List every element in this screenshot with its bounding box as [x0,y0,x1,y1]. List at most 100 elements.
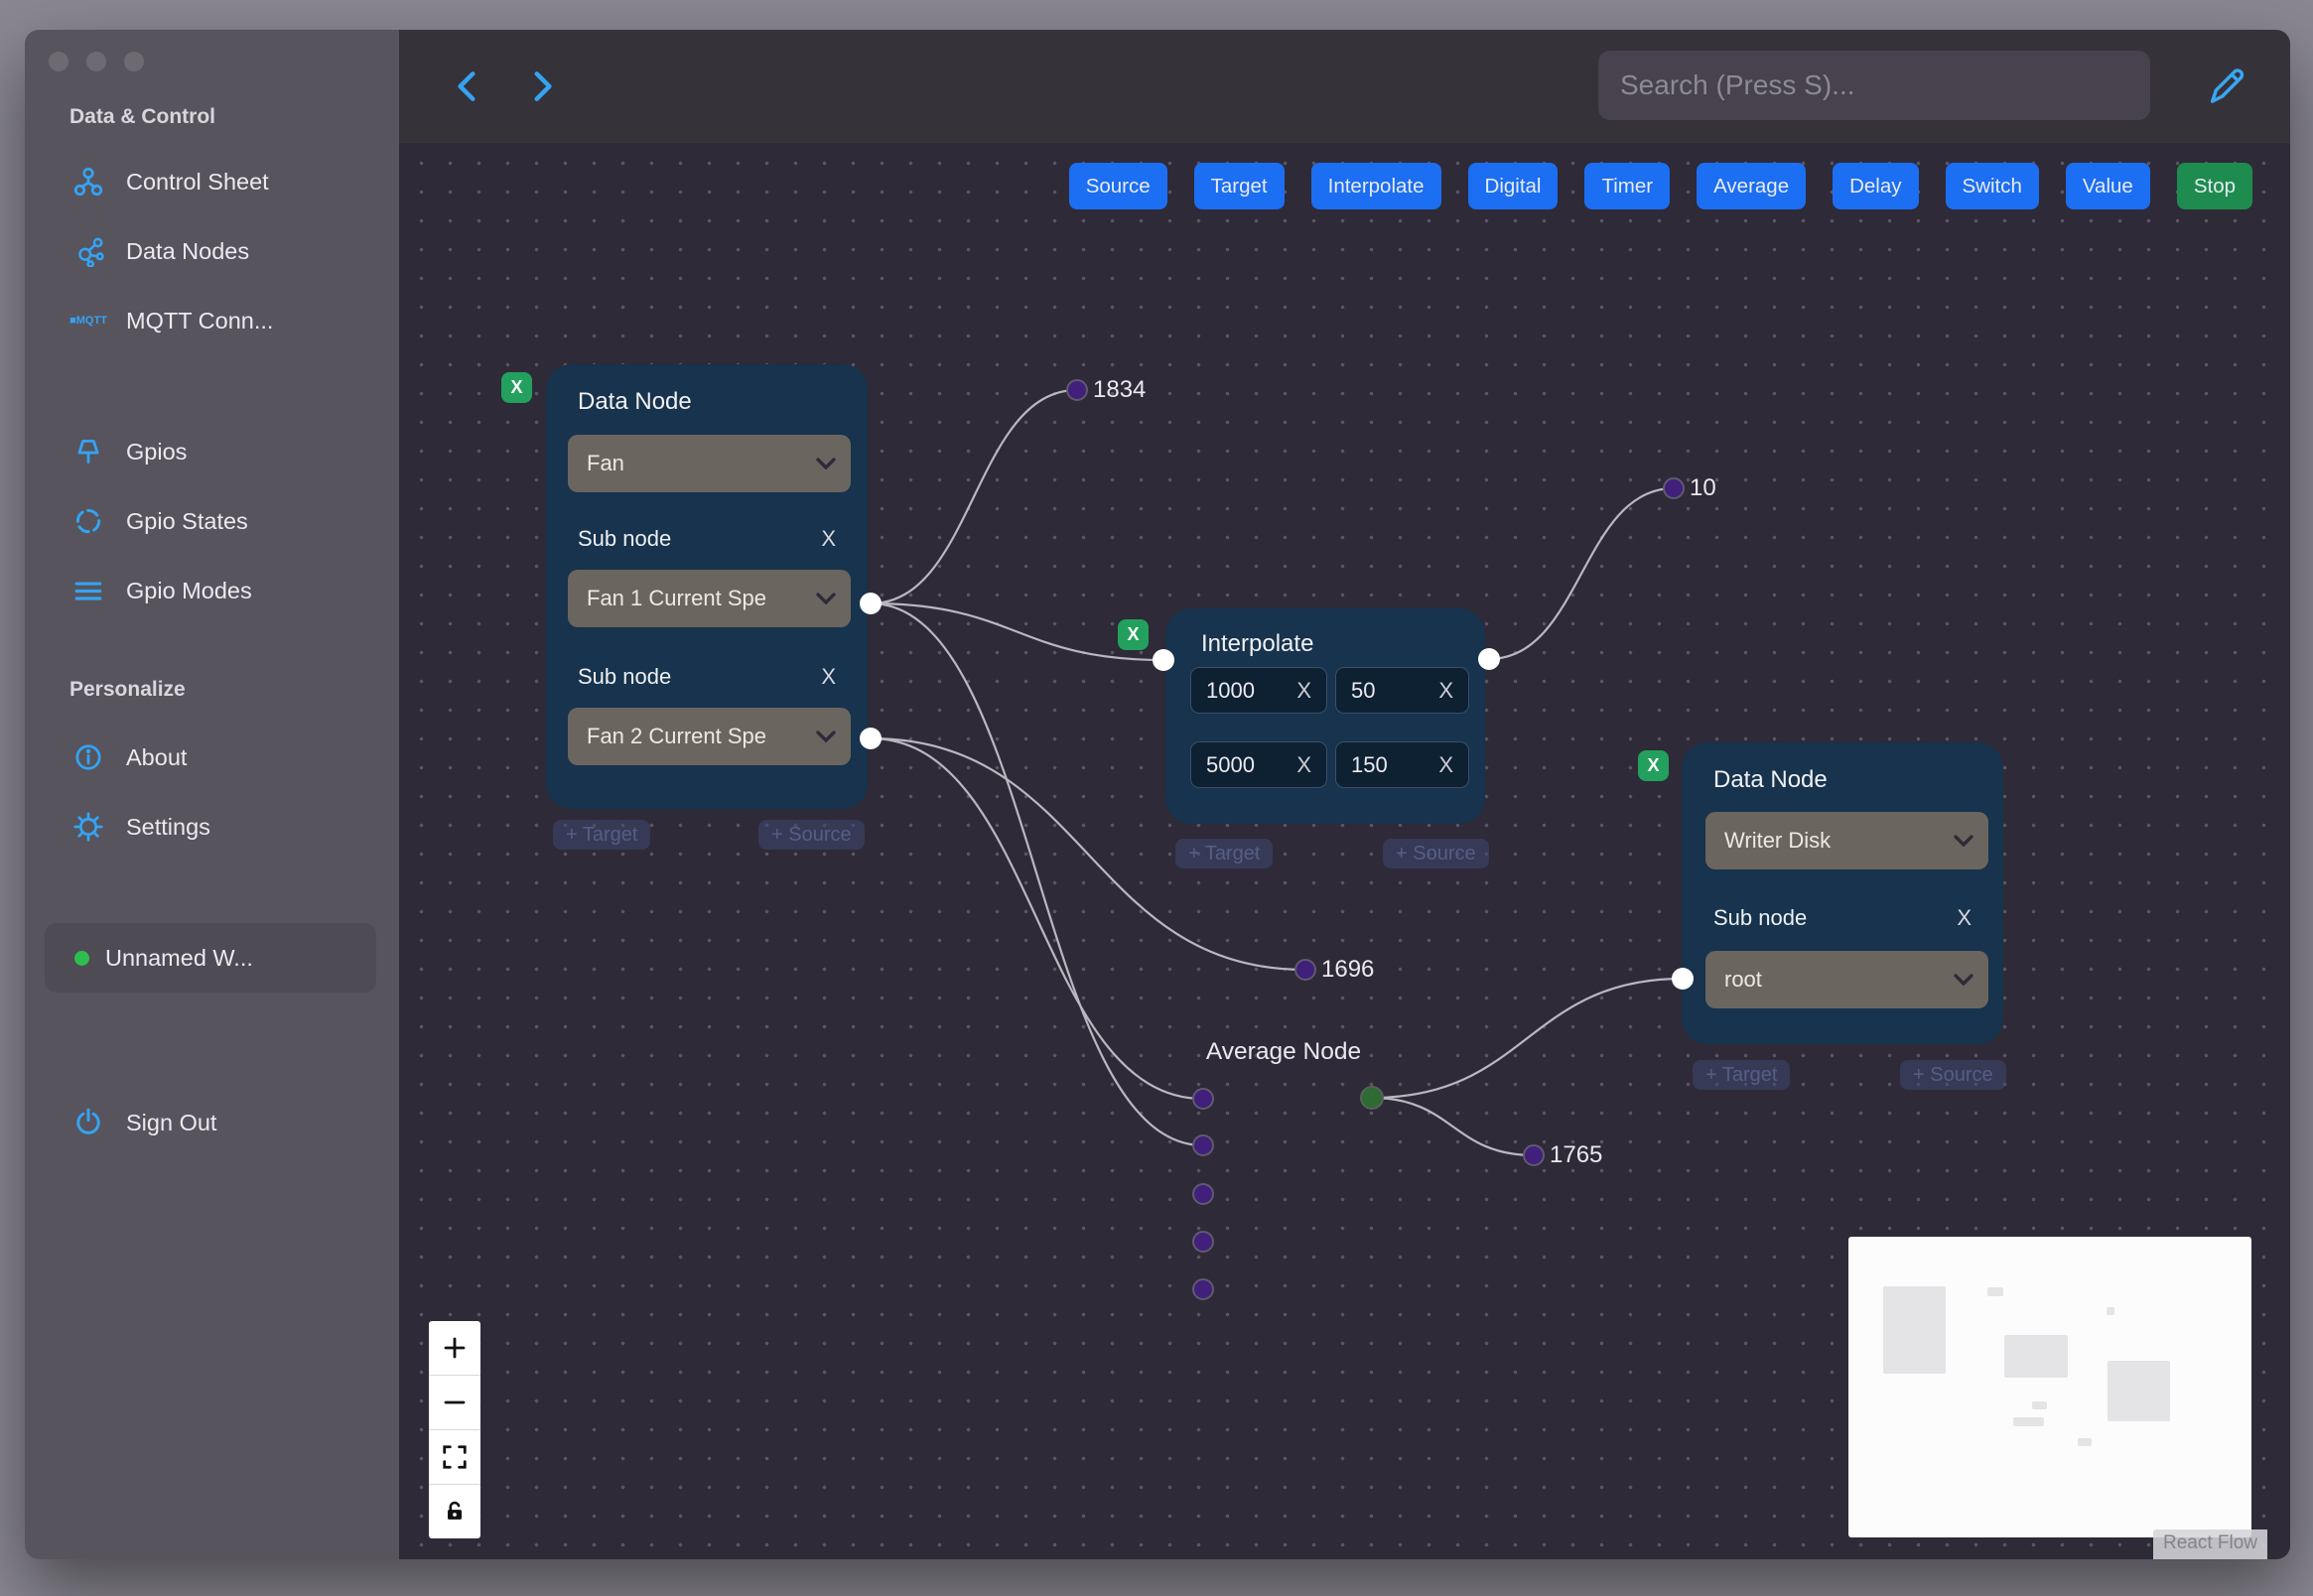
average-input-handle[interactable] [1192,1088,1214,1110]
remove-subnode-button[interactable]: X [1957,905,1972,931]
average-source-handle[interactable] [1360,1086,1384,1110]
interpolate-node[interactable]: Interpolate 1000 X 50 X 5000 X 150 X [1165,608,1485,824]
toolbar-button-delay[interactable]: Delay [1833,163,1919,209]
sidebar-item-gpios[interactable]: Gpios [72,432,187,471]
interpolate-cell[interactable]: 150 X [1335,741,1469,788]
sidebar-item-label: Control Sheet [126,168,269,195]
add-target-button[interactable]: + Target [553,820,651,850]
search-input[interactable] [1598,51,2150,120]
sidebar-item-mqtt[interactable]: ■MQTT MQTT Conn... [69,301,273,340]
chevron-down-icon [1953,967,1974,993]
traffic-light-zoom-icon[interactable] [124,52,144,71]
toolbar-button-average[interactable]: Average [1697,163,1807,209]
add-target-button[interactable]: + Target [1693,1060,1791,1090]
interpolate-cell[interactable]: 1000 X [1190,667,1327,714]
edge-value-label: 1834 [1093,376,1147,403]
forward-button[interactable] [523,67,561,105]
minimap-node [1883,1286,1946,1374]
add-source-button[interactable]: + Source [758,820,865,850]
sidebar-item-data-nodes[interactable]: Data Nodes [72,231,249,271]
power-icon [72,1107,104,1138]
pencil-icon[interactable] [2204,65,2245,106]
sidebar-item-gpio-modes[interactable]: Gpio Modes [72,571,252,610]
interpolate-cell[interactable]: 5000 X [1190,741,1327,788]
value-handle[interactable] [1663,477,1685,499]
control-sheet-icon [72,166,104,198]
clear-cell-button[interactable]: X [1438,678,1453,704]
lock-button[interactable] [429,1485,480,1538]
sidebar-item-label: Gpio States [126,507,248,534]
delete-node-button[interactable]: X [1118,619,1149,650]
connection-handle[interactable] [1478,648,1500,670]
back-button[interactable] [449,67,486,105]
clear-cell-button[interactable]: X [1296,678,1311,704]
minimap-node [1987,1287,2003,1296]
edge [869,601,1205,1147]
subnode-label: Sub node [578,526,672,551]
minimap[interactable] [1848,1237,2251,1537]
average-input-handle[interactable] [1192,1134,1214,1156]
toolbar-button-interpolate[interactable]: Interpolate [1310,163,1441,209]
traffic-light-close-icon[interactable] [49,52,68,71]
add-source-button[interactable]: + Source [1383,839,1489,868]
pin-icon [72,436,104,467]
add-source-button[interactable]: + Source [1900,1060,2006,1090]
react-flow-attribution[interactable]: React Flow [2152,1530,2267,1559]
sidebar-item-workflow[interactable]: Unnamed W... [45,923,376,993]
toolbar-button-switch[interactable]: Switch [1945,163,2039,209]
connection-handle[interactable] [1153,649,1174,671]
clear-cell-button[interactable]: X [1438,752,1453,778]
chevron-down-icon [815,586,837,611]
sidebar-item-gpio-states[interactable]: Gpio States [72,501,248,541]
value-handle[interactable] [1523,1144,1545,1166]
fit-view-button[interactable] [429,1430,480,1485]
value-handle[interactable] [1294,959,1316,981]
canvas-controls [429,1321,480,1538]
delete-node-button[interactable]: X [1638,750,1669,781]
sidebar: Data & Control Control Sheet Data Nodes … [25,30,399,1559]
edge-value-label: 10 [1690,474,1716,501]
minimap-node [2032,1401,2047,1409]
sidebar-item-control-sheet[interactable]: Control Sheet [72,162,269,201]
remove-subnode-button[interactable]: X [821,664,836,690]
connection-handle[interactable] [1672,968,1694,990]
node-title: Interpolate [1201,630,1314,657]
toolbar-button-digital[interactable]: Digital [1467,163,1559,209]
data-node-writer-disk[interactable]: Data Node Writer Disk Sub node X root [1682,742,2003,1044]
data-node-fan[interactable]: Data Node Fan Sub node X Fan 1 Current S… [546,364,868,809]
edge-value-label: 1696 [1321,956,1375,983]
clear-cell-button[interactable]: X [1296,752,1311,778]
toolbar-button-value[interactable]: Value [2065,163,2150,209]
connection-handle[interactable] [860,728,882,749]
toolbar-button-target[interactable]: Target [1193,163,1285,209]
average-input-handle[interactable] [1192,1278,1214,1300]
sidebar-item-label: Unnamed W... [105,944,253,971]
subnode-select[interactable]: root [1705,951,1988,1008]
device-select[interactable]: Writer Disk [1705,812,1988,869]
zoom-out-button[interactable] [429,1376,480,1430]
node-toolbar: Source Target Interpolate Digital Timer Avera… [1068,163,2252,209]
remove-subnode-button[interactable]: X [821,526,836,552]
delete-node-button[interactable]: X [501,372,532,403]
value-handle[interactable] [1066,379,1088,401]
edge [869,736,1205,1101]
flow-canvas[interactable]: Source Target Interpolate Digital Timer Avera… [399,142,2290,1559]
edge [869,388,1079,605]
interpolate-cell[interactable]: 50 X [1335,667,1469,714]
toolbar-button-source[interactable]: Source [1068,163,1167,209]
subnode-select-1[interactable]: Fan 1 Current Spe [568,570,851,627]
sidebar-section-data-control: Data & Control [69,105,215,128]
connection-handle[interactable] [860,593,882,614]
add-target-button[interactable]: + Target [1175,839,1274,868]
average-input-handle[interactable] [1192,1183,1214,1205]
sidebar-item-about[interactable]: About [72,737,187,777]
traffic-light-minimize-icon[interactable] [86,52,106,71]
sidebar-item-sign-out[interactable]: Sign Out [72,1103,216,1142]
zoom-in-button[interactable] [429,1321,480,1376]
subnode-select-2[interactable]: Fan 2 Current Spe [568,708,851,765]
toolbar-button-stop[interactable]: Stop [2176,163,2252,209]
toolbar-button-timer[interactable]: Timer [1584,163,1671,209]
average-input-handle[interactable] [1192,1231,1214,1253]
device-select[interactable]: Fan [568,435,851,492]
sidebar-item-settings[interactable]: Settings [72,807,210,847]
